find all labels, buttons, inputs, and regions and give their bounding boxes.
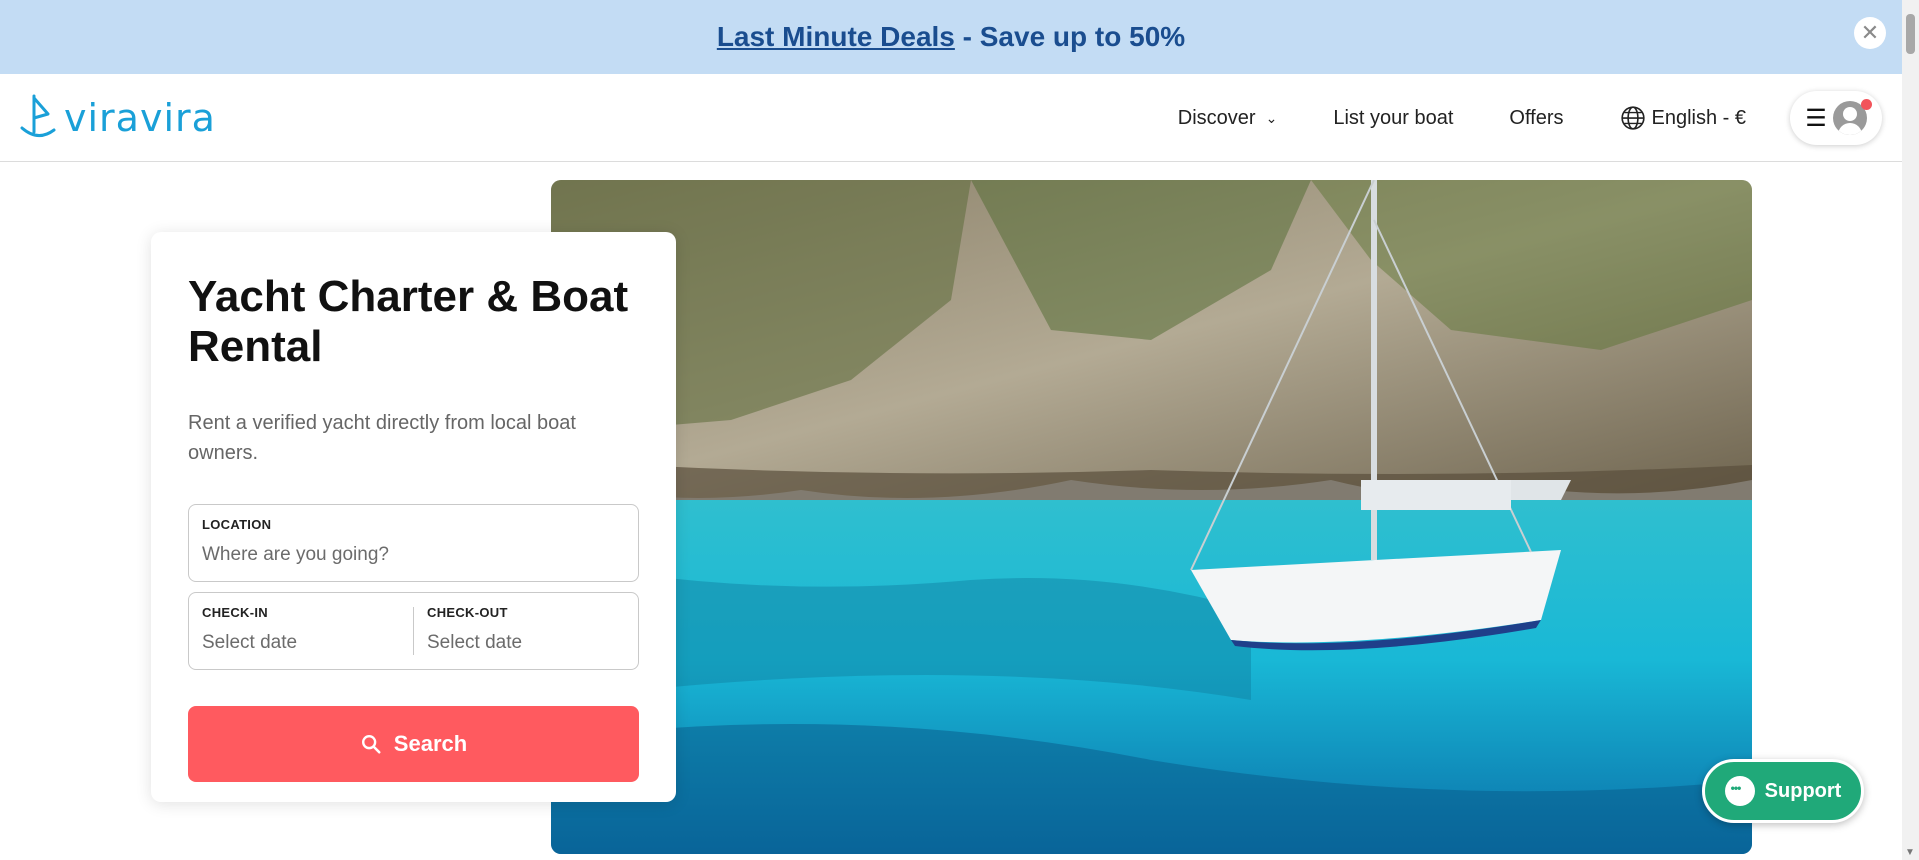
checkin-field[interactable]: CHECK-IN [189,593,413,669]
search-button-label: Search [393,731,468,756]
page-title: Yacht Charter & Boat Rental [188,272,629,371]
notification-dot [1861,99,1872,110]
support-label: Support [1764,779,1842,802]
search-icon [361,735,381,754]
user-menu-button[interactable]: ☰ [1790,91,1882,145]
logo-wordmark: viravira [64,96,216,140]
support-button[interactable]: Support [1702,759,1864,823]
promo-savings-text: - Save up to 50% [954,21,1186,52]
hero-image [551,180,1752,854]
location-label: LOCATION [202,517,272,532]
chevron-down-icon: ⌄ [1265,109,1278,126]
location-field[interactable]: LOCATION [188,504,639,582]
page-subtitle: Rent a verified yacht directly from loca… [188,412,576,464]
boat-logo-icon [20,94,56,137]
last-minute-deals-link[interactable]: Last Minute Deals [717,21,955,52]
nav-discover[interactable]: Discover ⌄ [1178,107,1278,130]
viravira-logo[interactable]: viravira [18,90,216,146]
site-header: viravira Discover ⌄ List your boat Offer… [0,74,1902,162]
checkout-label: CHECK-OUT [427,605,508,620]
checkin-label: CHECK-IN [202,605,268,620]
chat-icon [1724,776,1755,806]
language-currency-label: English - € [1651,106,1747,129]
nav-offers[interactable]: Offers [1509,107,1563,130]
close-icon[interactable]: ✕ [1854,17,1886,49]
checkout-field[interactable]: CHECK-OUT [414,593,638,669]
checkout-input[interactable] [427,632,625,654]
hamburger-icon: ☰ [1805,104,1827,132]
promo-banner-text: Last Minute Deals - Save up to 50% [717,21,1185,53]
page-scrollbar[interactable]: ▼ [1902,0,1919,860]
globe-icon [1620,106,1645,130]
main-nav: Discover ⌄ List your boat Offers English… [1122,74,1902,162]
nav-discover-label: Discover [1177,106,1256,129]
nav-list-your-boat[interactable]: List your boat [1333,107,1453,130]
promo-banner: Last Minute Deals - Save up to 50% ✕ [0,0,1902,74]
language-currency-selector[interactable]: English - € [1620,105,1747,131]
search-button[interactable]: Search [188,706,639,782]
search-card: Yacht Charter & Boat Rental Rent a verif… [151,232,676,802]
scroll-down-arrow-icon[interactable]: ▼ [1905,847,1915,858]
date-range-field: CHECK-IN CHECK-OUT [188,592,639,670]
location-input[interactable] [202,544,625,566]
scrollbar-thumb[interactable] [1906,14,1915,54]
checkin-input[interactable] [202,632,400,654]
sailboat-cove-illustration [551,180,1752,854]
